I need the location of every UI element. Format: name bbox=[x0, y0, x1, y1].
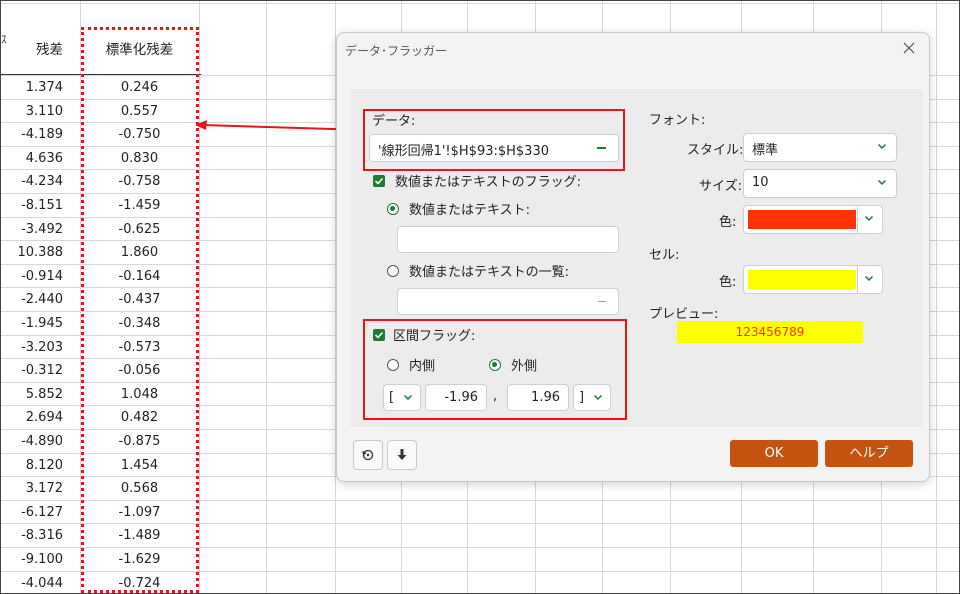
cell-residual[interactable]: -0.312 bbox=[1, 359, 79, 383]
data-range-value: '線形回帰1'!$H$93:$H$330 bbox=[378, 144, 549, 159]
gridline bbox=[199, 1, 200, 593]
flag-value-text-checkbox[interactable] bbox=[373, 175, 385, 187]
cell-residual[interactable]: 5.852 bbox=[1, 383, 79, 407]
cell-residual[interactable]: -8.151 bbox=[1, 194, 79, 218]
upper-bound-input[interactable]: 1.96 bbox=[507, 384, 569, 411]
cell-residual[interactable]: -6.127 bbox=[1, 501, 79, 525]
flag-value-text-label: 数値またはテキストのフラッグ: bbox=[395, 175, 581, 190]
radio-inside[interactable] bbox=[387, 359, 399, 371]
upper-bracket-select[interactable]: ] bbox=[573, 384, 611, 411]
highlight-dotted-box bbox=[81, 27, 199, 593]
cell-residual[interactable]: -0.914 bbox=[1, 265, 79, 289]
cell-residual[interactable]: -4.189 bbox=[1, 123, 79, 147]
size-select[interactable]: 10 bbox=[743, 169, 897, 198]
preview-label: プレビュー: bbox=[649, 307, 719, 322]
cell-residual[interactable]: 3.110 bbox=[1, 100, 79, 124]
radio-outside-label: 外側 bbox=[511, 359, 538, 374]
radio-value-text[interactable] bbox=[387, 203, 399, 215]
cell-residual[interactable]: -4.234 bbox=[1, 170, 79, 194]
style-value: 標準 bbox=[752, 143, 779, 158]
cell-residual[interactable]: 1.374 bbox=[1, 76, 79, 100]
cell-color-label: 色: bbox=[719, 275, 737, 290]
interval-flag-label: 区間フラッグ: bbox=[393, 329, 476, 344]
data-flagger-dialog: データ･フラッガー データ: '線形回帰1'!$H$93:$H$330 数値また… bbox=[336, 32, 930, 482]
save-defaults-button[interactable] bbox=[387, 440, 417, 470]
chevron-down-icon bbox=[592, 391, 604, 403]
cell-color-picker[interactable] bbox=[743, 265, 883, 294]
cell-residual[interactable]: 3.172 bbox=[1, 477, 79, 501]
dialog-title: データ･フラッガー bbox=[345, 44, 448, 58]
font-color-picker[interactable] bbox=[743, 205, 883, 234]
radio-inside-label: 内側 bbox=[409, 359, 436, 374]
radio-value-list-label: 数値またはテキストの一覧: bbox=[409, 265, 569, 280]
chevron-down-icon bbox=[876, 140, 888, 152]
divider bbox=[857, 266, 858, 293]
interval-flag-checkbox[interactable] bbox=[373, 329, 385, 341]
cell-color-swatch bbox=[748, 270, 856, 289]
font-color-label: 色: bbox=[719, 215, 737, 230]
column-header-residual[interactable]: 残差 bbox=[1, 39, 79, 63]
radio-value-text-label: 数値またはテキスト: bbox=[409, 203, 530, 218]
comma-separator: , bbox=[493, 389, 498, 404]
value-text-input[interactable] bbox=[397, 226, 619, 253]
chevron-down-icon bbox=[863, 212, 875, 224]
upper-bracket-value: ] bbox=[579, 390, 585, 405]
reset-button[interactable] bbox=[353, 440, 383, 470]
chevron-down-icon bbox=[863, 272, 875, 284]
cell-residual[interactable]: -9.100 bbox=[1, 548, 79, 572]
preview-box: 123456789 bbox=[677, 321, 863, 343]
lower-bracket-select[interactable]: [ bbox=[383, 384, 421, 411]
cell-residual[interactable]: -1.945 bbox=[1, 312, 79, 336]
cell-residual[interactable]: -3.492 bbox=[1, 218, 79, 242]
preview-text: 123456789 bbox=[735, 325, 805, 339]
cell-residual[interactable]: 2.694 bbox=[1, 406, 79, 430]
cell-residual[interactable]: -4.890 bbox=[1, 430, 79, 454]
chevron-down-icon bbox=[402, 391, 414, 403]
dialog-body: データ: '線形回帰1'!$H$93:$H$330 数値またはテキストのフラッグ… bbox=[351, 89, 923, 427]
upper-bound-value: 1.96 bbox=[531, 390, 560, 405]
gridline bbox=[936, 1, 937, 593]
cell-label: セル: bbox=[649, 248, 680, 263]
reset-icon bbox=[362, 449, 374, 461]
cell-residual[interactable]: 4.636 bbox=[1, 147, 79, 171]
data-label: データ: bbox=[372, 114, 416, 129]
style-label: スタイル: bbox=[687, 143, 744, 158]
help-button[interactable]: ヘルプ bbox=[825, 440, 913, 467]
cell-residual[interactable]: 8.120 bbox=[1, 454, 79, 478]
collapse-icon[interactable] bbox=[597, 147, 606, 149]
lower-bracket-value: [ bbox=[389, 390, 395, 405]
cell-residual[interactable]: -3.203 bbox=[1, 336, 79, 360]
data-range-field[interactable]: '線形回帰1'!$H$93:$H$330 bbox=[369, 134, 619, 162]
cell-residual[interactable]: 10.388 bbox=[1, 241, 79, 265]
gridline bbox=[266, 1, 267, 593]
size-label: サイズ: bbox=[699, 179, 742, 194]
font-color-swatch bbox=[748, 210, 856, 229]
chevron-down-icon bbox=[876, 176, 888, 188]
collapse-icon[interactable] bbox=[598, 301, 606, 302]
radio-outside[interactable] bbox=[489, 359, 501, 371]
divider bbox=[857, 206, 858, 233]
download-icon bbox=[397, 449, 407, 460]
size-value: 10 bbox=[752, 175, 769, 190]
style-select[interactable]: 標準 bbox=[743, 133, 897, 162]
lower-bound-input[interactable]: -1.96 bbox=[425, 384, 487, 411]
radio-value-list[interactable] bbox=[387, 265, 399, 277]
lower-bound-value: -1.96 bbox=[444, 390, 478, 405]
cell-residual[interactable]: -4.044 bbox=[1, 572, 79, 593]
gridline bbox=[1, 3, 959, 4]
close-icon[interactable] bbox=[899, 39, 919, 59]
ok-button[interactable]: OK bbox=[730, 440, 818, 467]
value-list-input[interactable] bbox=[397, 288, 619, 315]
cell-residual[interactable]: -2.440 bbox=[1, 288, 79, 312]
font-label: フォント: bbox=[649, 113, 706, 128]
cell-residual[interactable]: -8.316 bbox=[1, 524, 79, 548]
